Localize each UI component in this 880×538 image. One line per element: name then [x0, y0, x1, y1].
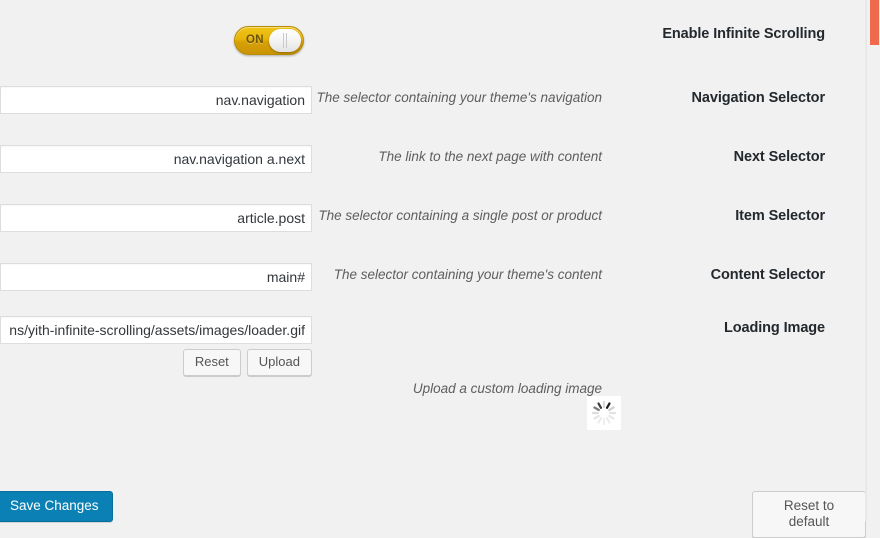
field-container-loading-image: Reset Upload [0, 316, 312, 377]
settings-row-loading-image: Reset Upload Upload a custom loading ima… [0, 316, 852, 398]
field-container-next-selector [0, 145, 312, 173]
loading-image-preview [587, 396, 621, 430]
item-selector-input[interactable] [0, 204, 312, 232]
label-text: Enable Infinite Scrolling [662, 26, 825, 42]
enable-infinite-scrolling-toggle-wrap: ON [234, 26, 304, 55]
navigation-selector-input[interactable] [0, 86, 312, 114]
field-description-item-selector: The selector containing a single post or… [312, 204, 622, 225]
settings-panel: Enable Infinite Scrolling ON The selecto… [0, 0, 866, 538]
upload-button[interactable]: Upload [246, 349, 312, 377]
spinner-icon [591, 400, 617, 426]
field-container-content-selector [0, 263, 312, 291]
field-description-content-selector: The selector containing your theme's con… [312, 263, 622, 284]
vertical-scrollbar[interactable] [866, 0, 880, 521]
label-text: Content Selector [710, 267, 826, 283]
description-text: The selector containing your theme's con… [333, 267, 602, 282]
content-selector-input[interactable] [0, 263, 312, 291]
loading-image-path-input[interactable] [0, 316, 312, 344]
settings-row-navigation-selector: The selector containing your theme's nav… [0, 86, 852, 114]
label-text: Loading Image [723, 320, 825, 336]
enable-infinite-scrolling-toggle[interactable]: ON [234, 26, 304, 55]
field-description-navigation-selector: The selector containing your theme's nav… [312, 86, 622, 107]
settings-row-content-selector: The selector containing your theme's con… [0, 263, 852, 291]
field-description-next-selector: The link to the next page with content [312, 145, 622, 166]
description-text: The link to the next page with content [378, 149, 602, 164]
field-container-navigation-selector [0, 86, 312, 114]
label-text: Item Selector [735, 208, 825, 224]
label-text: Navigation Selector [691, 90, 826, 106]
description-text: The selector containing your theme's nav… [316, 90, 603, 105]
field-description-loading-image: Upload a custom loading image [312, 316, 622, 398]
field-label-loading-image: Loading Image [622, 316, 852, 337]
reset-to-default-button[interactable]: Reset to default [752, 491, 866, 538]
field-label-enable-infinite-scrolling: Enable Infinite Scrolling [622, 22, 852, 43]
field-label-item-selector: Item Selector [622, 204, 852, 225]
field-container-item-selector [0, 204, 312, 232]
field-label-navigation-selector: Navigation Selector [622, 86, 852, 107]
field-description-enable-infinite-scrolling [312, 22, 622, 25]
toggle-state-label: ON [246, 34, 264, 46]
reset-button[interactable]: Reset [182, 349, 241, 377]
label-text: Next Selector [733, 149, 825, 165]
field-label-content-selector: Content Selector [622, 263, 852, 284]
settings-row-next-selector: The link to the next page with content N… [0, 145, 852, 173]
loading-image-button-row: Reset Upload [182, 349, 312, 377]
settings-row-enable-infinite-scrolling: Enable Infinite Scrolling [0, 22, 852, 43]
field-label-next-selector: Next Selector [622, 145, 852, 166]
save-changes-button[interactable]: Save Changes [0, 491, 113, 523]
next-selector-input[interactable] [0, 145, 312, 173]
description-text: The selector containing a single post or… [318, 208, 602, 223]
description-text: Upload a custom loading image [412, 381, 602, 396]
toggle-knob[interactable] [269, 29, 301, 52]
scrollbar-thumb[interactable] [870, 0, 879, 45]
settings-row-item-selector: The selector containing a single post or… [0, 204, 852, 232]
